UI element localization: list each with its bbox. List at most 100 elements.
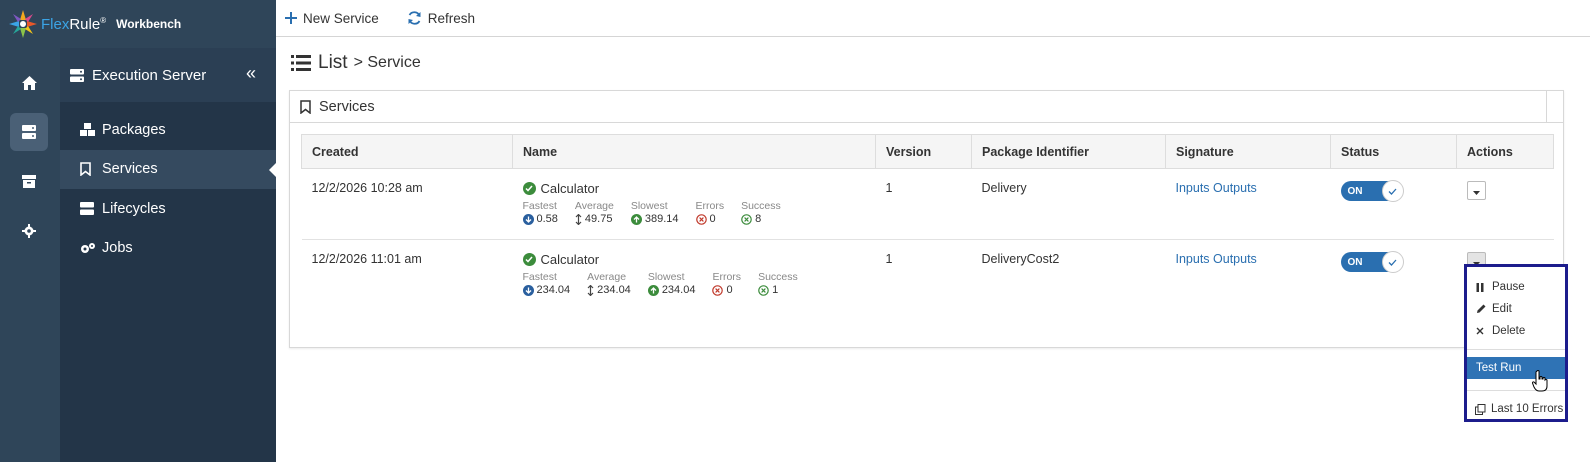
menu-item-edit[interactable]: Edit: [1467, 298, 1565, 320]
sidebar: Execution Server « Packages Services Lif…: [60, 48, 276, 462]
home-icon[interactable]: [10, 64, 48, 102]
service-stats: Fastest 234.04 Average 234.04 Slowest 23…: [522, 271, 866, 296]
sidebar-header: Execution Server «: [60, 48, 276, 102]
hand-cursor-icon: [1531, 370, 1548, 395]
new-service-button[interactable]: New Service: [285, 11, 379, 26]
pause-icon: [1476, 282, 1488, 292]
cubes-icon: [80, 123, 96, 137]
column-header-version[interactable]: Version: [875, 134, 972, 169]
menu-item-test-run[interactable]: Test Run: [1467, 357, 1565, 379]
copy-icon: [1475, 403, 1487, 415]
column-header-package-identifier[interactable]: Package Identifier: [971, 134, 1166, 169]
caret-down-icon: [1472, 184, 1480, 198]
bookmark-icon: [80, 162, 96, 177]
table-row: 12/2/2026 11:01 am Calculator Fastest 23…: [302, 240, 1554, 311]
service-name: Calculator: [522, 252, 866, 267]
arrow-circle-up-icon: [630, 213, 642, 225]
toolbar: New Service Refresh: [276, 0, 1590, 37]
name-cell: Calculator Fastest 234.04 Average 234.04: [513, 240, 876, 311]
services-panel: Services Created Name Version Package Id…: [289, 90, 1564, 348]
stat-slowest: Slowest 234.04: [647, 271, 696, 296]
actions-menu: Pause Edit Delete Test Run Last 10 Error…: [1464, 264, 1568, 422]
signature-link[interactable]: Inputs Outputs: [1176, 252, 1257, 266]
success-circle-icon: [741, 213, 752, 225]
refresh-icon: [407, 11, 422, 25]
arrow-circle-down-icon: [522, 284, 534, 296]
actions-dropdown-button[interactable]: [1466, 181, 1486, 200]
brand-product: Workbench: [116, 17, 182, 31]
panel-header: Services: [290, 91, 1563, 123]
gear-icon[interactable]: [10, 212, 48, 250]
version-cell: 1: [885, 252, 893, 266]
stat-average: Average 234.04: [587, 271, 631, 296]
server-icon: [80, 202, 96, 216]
check-icon: [1381, 180, 1404, 202]
version-cell: 1: [875, 168, 972, 240]
pencil-icon: [1476, 304, 1488, 314]
service-stats: Fastest 0.58 Average 49.75 Slowest 389.1…: [522, 200, 866, 225]
arrows-vertical-icon: [575, 213, 582, 225]
error-circle-icon: [712, 284, 724, 296]
server-icon[interactable]: [10, 113, 48, 151]
archive-icon[interactable]: [10, 162, 48, 200]
stat-average: Average 49.75: [574, 200, 614, 225]
arrow-circle-up-icon: [647, 284, 659, 296]
sidebar-item-lifecycles[interactable]: Lifecycles: [60, 189, 276, 229]
plus-icon: [285, 12, 297, 24]
icon-rail: [0, 48, 60, 462]
bookmark-icon: [300, 99, 311, 114]
sidebar-item-jobs[interactable]: Jobs: [60, 229, 276, 269]
flexrule-logo-icon: [8, 9, 38, 39]
signature-cell: Inputs Outputs: [1165, 168, 1331, 240]
close-icon: [1476, 327, 1488, 335]
sidebar-item-packages[interactable]: Packages: [60, 110, 276, 150]
column-header-name[interactable]: Name: [512, 134, 876, 169]
error-circle-icon: [695, 213, 707, 225]
service-name: Calculator: [522, 181, 866, 196]
status-toggle[interactable]: ON: [1340, 251, 1404, 273]
check-icon: [1381, 251, 1404, 273]
created-cell: 12/2/2026 11:01 am: [311, 252, 422, 266]
brand-name: FlexRule®: [41, 15, 107, 33]
menu-item-pause[interactable]: Pause: [1467, 276, 1565, 298]
status-toggle[interactable]: ON: [1340, 180, 1404, 202]
column-header-created[interactable]: Created: [301, 134, 513, 169]
page-title-text: List: [318, 52, 348, 73]
package-cell: Delivery: [971, 168, 1166, 240]
collapse-sidebar-icon[interactable]: «: [246, 63, 256, 84]
table-header-row: Created Name Version Package Identifier …: [301, 134, 1554, 169]
created-cell: 12/2/2026 10:28 am: [301, 168, 513, 240]
brand: FlexRule® Workbench: [0, 0, 276, 48]
signature-link[interactable]: Inputs Outputs: [1176, 181, 1257, 195]
menu-item-delete[interactable]: Delete: [1467, 320, 1565, 342]
check-circle-icon: [522, 182, 536, 195]
panel-title: Services: [319, 98, 375, 115]
list-icon: [291, 55, 311, 71]
gears-icon: [80, 242, 96, 255]
refresh-button[interactable]: Refresh: [407, 11, 475, 26]
table-row: 12/2/2026 10:28 am Calculator Fastest 0.…: [301, 168, 1554, 240]
menu-divider: [1467, 390, 1565, 391]
services-table: Created Name Version Package Identifier …: [301, 134, 1554, 311]
page-title: List > Service: [291, 52, 421, 74]
sidebar-item-services[interactable]: Services: [60, 149, 276, 189]
active-indicator: [269, 162, 276, 177]
menu-item-last-errors[interactable]: Last 10 Errors: [1467, 398, 1565, 420]
status-cell: ON: [1330, 168, 1457, 240]
actions-cell: [1456, 168, 1554, 240]
name-cell: Calculator Fastest 0.58 Average 49.75 Sl…: [512, 168, 876, 240]
column-header-status[interactable]: Status: [1330, 134, 1457, 169]
sidebar-title: Execution Server: [92, 66, 207, 84]
stat-success: Success 1: [758, 271, 798, 296]
main-content: List > Service Services Created Name Ver…: [276, 37, 1590, 462]
success-circle-icon: [758, 284, 769, 296]
server-icon: [70, 68, 84, 82]
arrows-vertical-icon: [587, 284, 594, 296]
menu-divider: [1467, 349, 1565, 350]
status-cell: ON: [1331, 240, 1457, 311]
page-subtitle: > Service: [353, 54, 421, 71]
arrow-circle-down-icon: [522, 213, 534, 225]
signature-cell: Inputs Outputs: [1166, 240, 1331, 311]
stat-errors: Errors 0: [712, 271, 742, 296]
column-header-signature[interactable]: Signature: [1165, 134, 1331, 169]
